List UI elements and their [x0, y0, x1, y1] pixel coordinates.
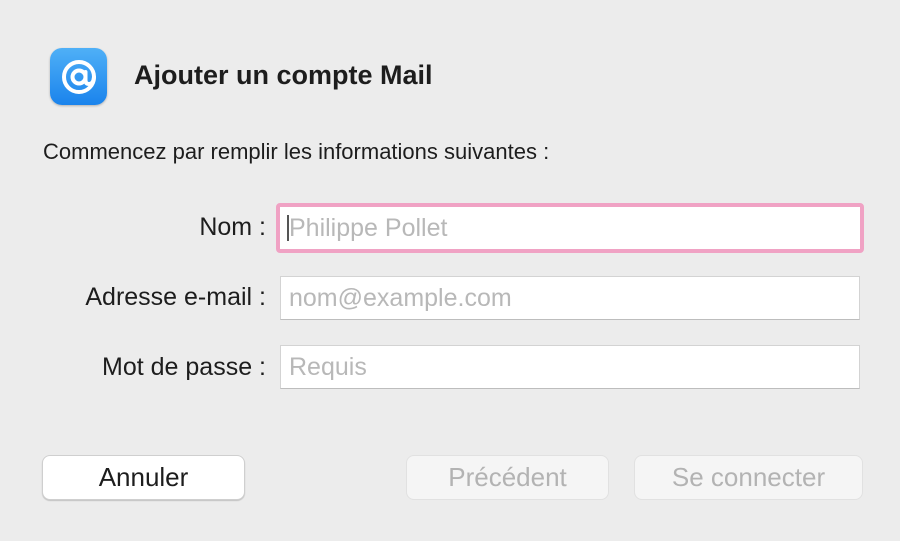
- name-label: Nom :: [199, 213, 266, 241]
- name-field[interactable]: [276, 203, 864, 253]
- email-input[interactable]: [281, 277, 859, 319]
- cancel-button[interactable]: Annuler: [42, 455, 245, 500]
- intro-text: Commencez par remplir les informations s…: [43, 139, 550, 164]
- email-label: Adresse e-mail :: [85, 283, 266, 311]
- password-input[interactable]: [281, 346, 859, 388]
- add-mail-account-dialog: Ajouter un compte Mail Commencez par rem…: [0, 0, 900, 541]
- dialog-title: Ajouter un compte Mail: [134, 60, 433, 90]
- text-caret: [287, 215, 289, 241]
- password-label: Mot de passe :: [102, 353, 266, 381]
- password-field[interactable]: [280, 345, 860, 389]
- name-input[interactable]: [280, 207, 860, 249]
- connect-button[interactable]: Se connecter: [634, 455, 863, 500]
- previous-button[interactable]: Précédent: [406, 455, 609, 500]
- email-field[interactable]: [280, 276, 860, 320]
- mail-at-sign-icon: [50, 48, 107, 105]
